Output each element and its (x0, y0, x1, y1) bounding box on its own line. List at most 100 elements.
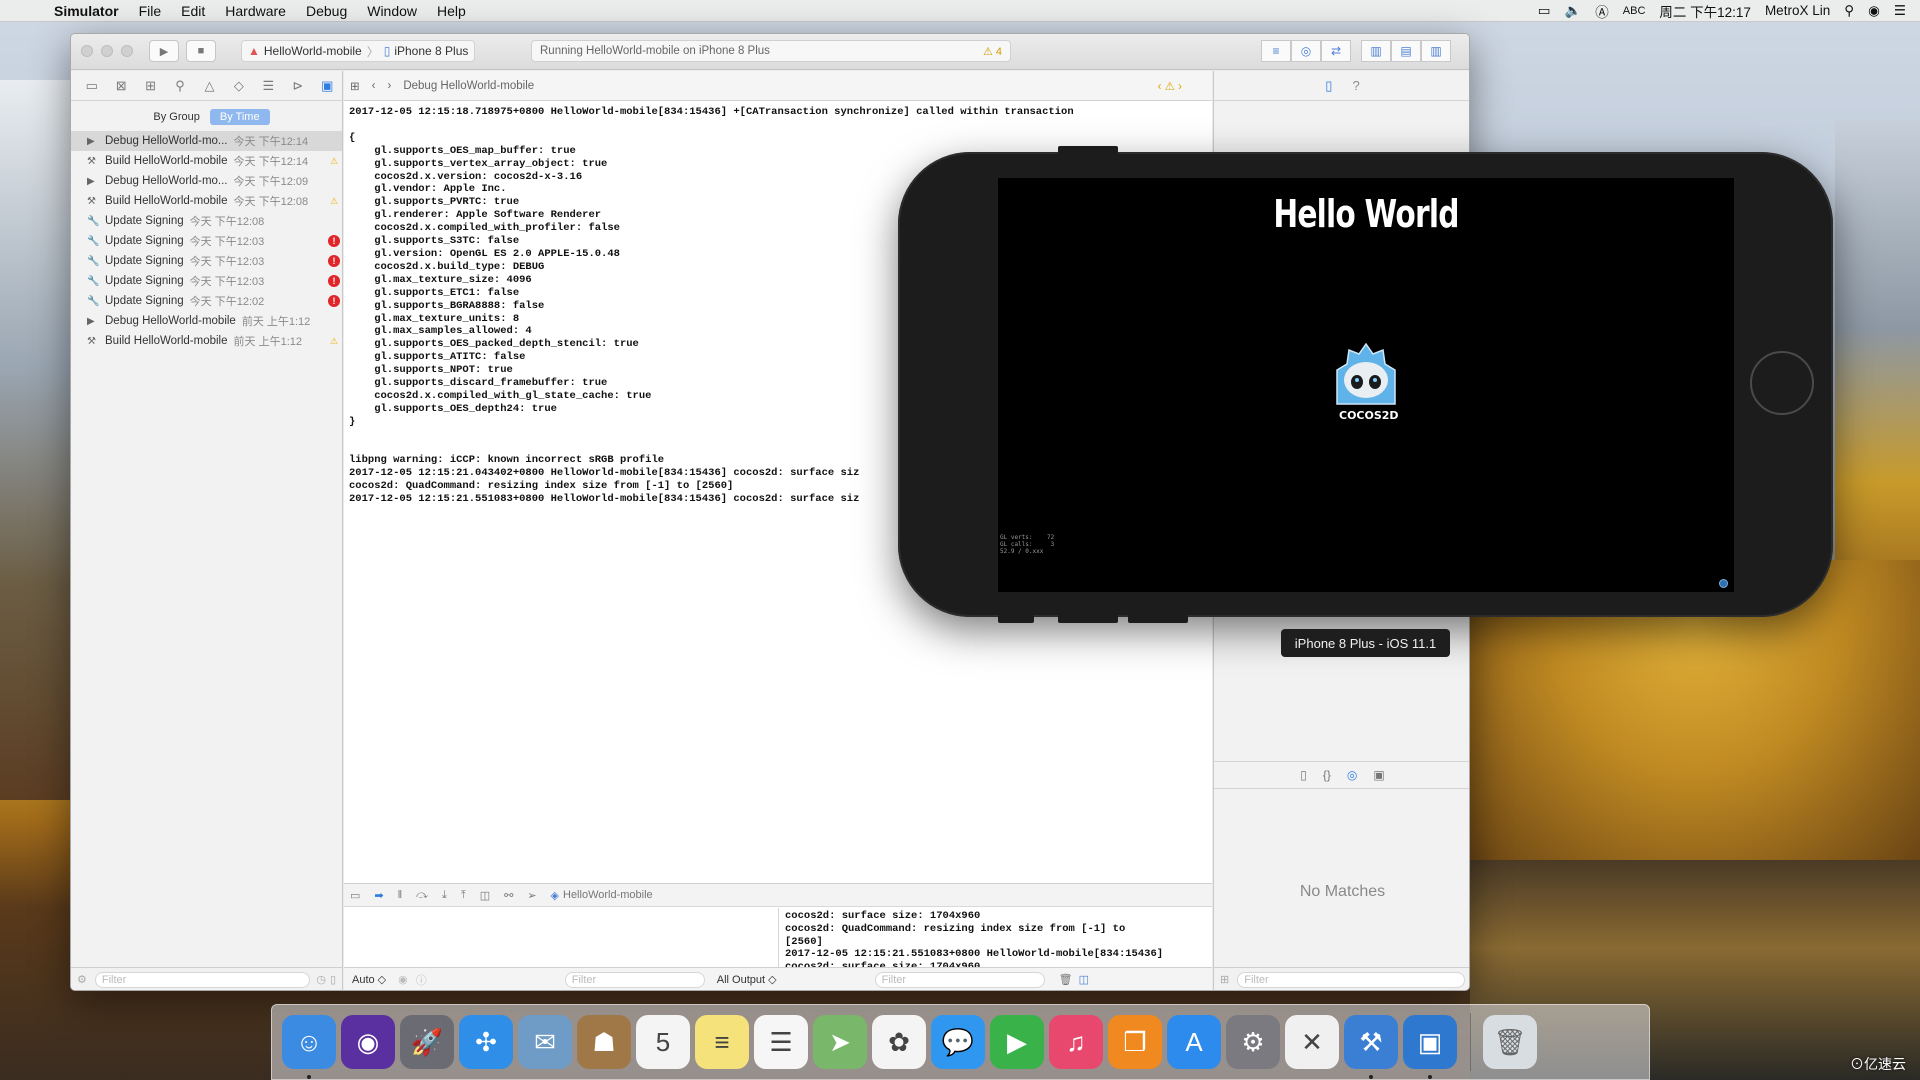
document-filter-icon[interactable]: ▯ (330, 973, 336, 986)
grid-view-icon[interactable]: ⊞ (1220, 973, 1229, 986)
quick-help-icon[interactable]: ? (1352, 78, 1359, 93)
debug-target-label[interactable]: HelloWorld-mobile (563, 889, 653, 901)
menu-user[interactable]: MetroX Lin (1765, 3, 1830, 18)
step-out-icon[interactable]: ⤒ (461, 889, 466, 902)
menu-edit[interactable]: Edit (171, 3, 215, 19)
spotlight-icon[interactable]: ⚲ (1844, 3, 1854, 19)
info-icon[interactable]: ⓘ (416, 972, 427, 988)
messages-icon[interactable]: 💬 (931, 1015, 985, 1069)
app-store-icon[interactable]: A (1167, 1015, 1221, 1069)
menu-file[interactable]: File (129, 3, 172, 19)
step-into-icon[interactable]: ⤓ (442, 889, 447, 902)
simulator-screen[interactable]: Hello World COCOS2D GL verts: 72 GL call… (998, 178, 1734, 592)
breakpoint-navigator-icon[interactable]: ⊳ (283, 78, 312, 94)
report-row[interactable]: 🔧 Update Signing 今天 下午12:03! (71, 271, 342, 291)
eye-icon[interactable]: ◉ (398, 973, 408, 986)
launchpad-icon[interactable]: 🚀 (400, 1015, 454, 1069)
menu-clock[interactable]: 周二 下午12:17 (1659, 1, 1751, 21)
output-mode-select[interactable]: All Output ◇ (717, 973, 777, 986)
report-row[interactable]: ⚒ Build HelloWorld-mobile 前天 上午1:12 ⚠ (71, 331, 342, 351)
ibooks-icon[interactable]: ❒ (1108, 1015, 1162, 1069)
recent-filter-icon[interactable]: ◷ (316, 973, 326, 986)
toggle-inspector-icon[interactable]: ▥ (1421, 40, 1451, 62)
symbol-navigator-icon[interactable]: ⊞ (136, 78, 165, 94)
back-icon[interactable]: ‹ (372, 80, 376, 92)
volume-up-button[interactable] (1058, 615, 1118, 623)
by-group-button[interactable]: By Group (143, 109, 209, 125)
calendar-icon[interactable]: 5 (636, 1015, 690, 1069)
hide-debug-area-icon[interactable]: ▭ (350, 889, 360, 902)
folder-icon[interactable]: ▭ (77, 78, 106, 94)
maps-icon[interactable]: ➤ (813, 1015, 867, 1069)
console-output[interactable]: cocos2d: surface size: 1704x960 cocos2d:… (780, 908, 1212, 968)
reminders-icon[interactable]: ☰ (754, 1015, 808, 1069)
airplay-icon[interactable]: ▭ (1538, 3, 1551, 19)
split-view-icon[interactable]: ◫ (1079, 973, 1089, 986)
by-time-button[interactable]: By Time (209, 109, 270, 125)
issue-nav-warning-icon[interactable]: ‹ ⚠ › (1158, 79, 1182, 93)
report-row[interactable]: 🔧 Update Signing 今天 下午12:08 (71, 211, 342, 231)
input-source-icon[interactable]: Ⓐ (1595, 1, 1609, 21)
issue-navigator-icon[interactable]: △ (195, 78, 224, 94)
report-row[interactable]: 🔧 Update Signing 今天 下午12:03! (71, 251, 342, 271)
menu-debug[interactable]: Debug (296, 3, 357, 19)
object-library-icon[interactable]: ◎ (1347, 768, 1357, 782)
notification-center-icon[interactable]: ☰ (1894, 3, 1906, 19)
library-filter-input[interactable]: Filter (1237, 971, 1465, 988)
memory-graph-icon[interactable]: ⚯ (504, 889, 513, 902)
standard-editor-icon[interactable]: ≡ (1261, 40, 1291, 62)
pause-icon[interactable]: ‖ (398, 889, 403, 901)
mail-icon[interactable]: ✉ (518, 1015, 572, 1069)
home-button[interactable] (1750, 351, 1814, 415)
report-row[interactable]: ▶ Debug HelloWorld-mo... 今天 下午12:09 (71, 171, 342, 191)
finder-icon[interactable]: ☺ (282, 1015, 336, 1079)
trash-console-icon[interactable]: 🗑 (1059, 973, 1073, 986)
simulator-icon[interactable]: ▣ (1403, 1015, 1457, 1079)
input-source-label[interactable]: ABC (1623, 5, 1646, 17)
zoom-window-button[interactable] (121, 45, 133, 57)
code-snippet-icon[interactable]: {} (1323, 768, 1331, 782)
xcode-icon[interactable]: ⚒ (1344, 1015, 1398, 1079)
view-debugger-icon[interactable]: ◫ (480, 889, 490, 902)
source-control-icon[interactable]: ⊠ (106, 78, 135, 94)
menu-hardware[interactable]: Hardware (215, 3, 296, 19)
console-filter-input[interactable]: Filter (874, 971, 1045, 988)
report-row[interactable]: ▶ Debug HelloWorld-mo... 今天 下午12:14 (71, 131, 342, 151)
notes-icon[interactable]: ≡ (695, 1015, 749, 1069)
toggle-debug-area-icon[interactable]: ▤ (1391, 40, 1421, 62)
menu-help[interactable]: Help (427, 3, 476, 19)
report-row[interactable]: ⚒ Build HelloWorld-mobile 今天 下午12:14 ⚠ (71, 151, 342, 171)
report-navigator-icon[interactable]: ▣ (313, 78, 342, 94)
silent-switch[interactable] (1058, 146, 1118, 154)
warning-icon[interactable]: ⚠ 4 (983, 45, 1002, 58)
step-over-icon[interactable]: ⤼ (416, 889, 428, 902)
contacts-icon[interactable]: ☗ (577, 1015, 631, 1069)
version-editor-icon[interactable]: ⇄ (1321, 40, 1351, 62)
system-preferences-icon[interactable]: ⚙ (1226, 1015, 1280, 1069)
lock-button[interactable] (998, 615, 1034, 623)
variables-filter-input[interactable]: Filter (564, 971, 705, 988)
report-row[interactable]: 🔧 Update Signing 今天 下午12:02! (71, 291, 342, 311)
media-library-icon[interactable]: ▣ (1373, 768, 1384, 782)
siri-menu-icon[interactable]: ◉ (1868, 3, 1880, 19)
file-inspector-icon[interactable]: ▯ (1325, 78, 1332, 94)
report-row[interactable]: 🔧 Update Signing 今天 下午12:03! (71, 231, 342, 251)
location-icon[interactable]: ➢ (527, 889, 536, 902)
debug-navigator-icon[interactable]: ☰ (254, 78, 283, 94)
forward-icon[interactable]: › (387, 80, 391, 92)
photos-icon[interactable]: ✿ (872, 1015, 926, 1069)
volume-down-button[interactable] (1128, 615, 1188, 623)
test-navigator-icon[interactable]: ◇ (224, 78, 253, 94)
navigator-filter-input[interactable]: Filter (94, 971, 311, 988)
minimize-window-button[interactable] (101, 45, 113, 57)
toggle-navigator-icon[interactable]: ▥ (1361, 40, 1391, 62)
scheme-selector[interactable]: ▲ HelloWorld-mobile 〉 ▯ iPhone 8 Plus (241, 40, 476, 62)
trash-icon[interactable]: 🗑 (1483, 1015, 1537, 1069)
search-icon[interactable]: ⚲ (165, 78, 194, 94)
gear-icon[interactable]: ⚙ (77, 973, 87, 986)
safari-icon[interactable]: ✣ (459, 1015, 513, 1069)
run-button[interactable]: ▶ (149, 40, 179, 62)
volume-icon[interactable]: 🔈 (1564, 3, 1581, 19)
file-template-icon[interactable]: ▯ (1300, 768, 1307, 782)
jump-bar-title[interactable]: Debug HelloWorld-mobile (403, 80, 534, 92)
